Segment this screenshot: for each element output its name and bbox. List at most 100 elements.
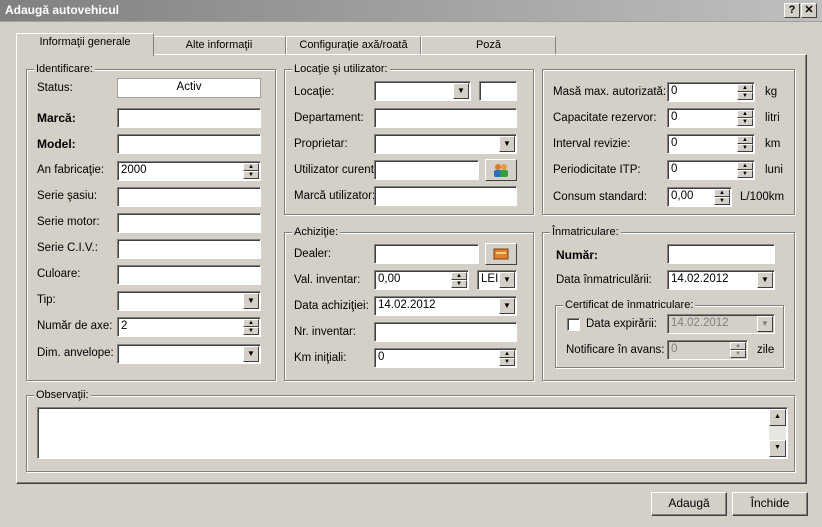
masa-spinner[interactable]: 0 ▲ ▼ xyxy=(667,82,755,102)
status-label: Status: xyxy=(37,82,73,94)
utilizator-curent-input[interactable] xyxy=(374,160,479,180)
spin-down-icon[interactable]: ▼ xyxy=(737,170,753,178)
marca-label: Marcă: xyxy=(37,111,76,125)
numar-axe-spin-buttons[interactable]: ▲ ▼ xyxy=(243,319,259,335)
itp-spin-buttons[interactable]: ▲ ▼ xyxy=(737,162,753,178)
currency-select[interactable]: LEI ▼ xyxy=(477,270,517,290)
notificare-spin-buttons[interactable]: ▲ ▼ xyxy=(730,342,746,358)
km-initiali-spinner[interactable]: 0 ▲ ▼ xyxy=(374,348,517,368)
spin-up-icon[interactable]: ▲ xyxy=(737,110,753,118)
numar-input[interactable] xyxy=(667,244,775,264)
km-initiali-spin-buttons[interactable]: ▲ ▼ xyxy=(499,350,515,366)
marca-utilizator-input[interactable] xyxy=(374,186,517,206)
data-achizitiei-picker[interactable]: 14.02.2012 ▼ xyxy=(374,296,517,316)
spin-up-icon[interactable]: ▲ xyxy=(730,342,746,350)
adauga-button[interactable]: Adaugă xyxy=(651,492,727,516)
capacitate-spin-buttons[interactable]: ▲ ▼ xyxy=(737,110,753,126)
locatie-select[interactable]: ▼ xyxy=(374,81,471,101)
tab-configuratie-axa-roata[interactable]: Configuraţie axă/roată xyxy=(286,36,421,56)
chevron-down-icon[interactable]: ▼ xyxy=(757,272,773,288)
model-label: Model: xyxy=(37,137,76,151)
achizitie-legend: Achiziţie: xyxy=(292,226,341,238)
scroll-down-icon[interactable]: ▼ xyxy=(769,440,786,457)
tab-informatii-generale[interactable]: Informaţii generale xyxy=(16,33,154,56)
spin-up-icon[interactable]: ▲ xyxy=(451,272,467,280)
currency-value: LEI xyxy=(481,273,499,285)
spin-down-icon[interactable]: ▼ xyxy=(737,144,753,152)
tab-poza[interactable]: Poză xyxy=(421,36,556,56)
consum-spin-buttons[interactable]: ▲ ▼ xyxy=(714,189,730,205)
numar-label: Număr: xyxy=(556,248,599,262)
spin-up-icon[interactable]: ▲ xyxy=(714,189,730,197)
itp-spinner[interactable]: 0 ▲ ▼ xyxy=(667,160,755,180)
scroll-up-icon[interactable]: ▲ xyxy=(769,409,786,426)
tip-select[interactable]: ▼ xyxy=(117,291,261,311)
serie-civ-input[interactable] xyxy=(117,239,261,259)
spin-down-icon[interactable]: ▼ xyxy=(714,197,730,205)
users-icon xyxy=(494,164,508,177)
capacitate-label: Capacitate rezervor: xyxy=(553,112,657,124)
data-achizitiei-value: 14.02.2012 xyxy=(378,299,436,311)
marca-input[interactable] xyxy=(117,108,261,128)
dim-anvelope-label: Dim. anvelope: xyxy=(37,347,114,359)
spin-down-icon[interactable]: ▼ xyxy=(243,171,259,179)
serie-sasiu-input[interactable] xyxy=(117,187,261,207)
interval-spin-buttons[interactable]: ▲ ▼ xyxy=(737,136,753,152)
spin-down-icon[interactable]: ▼ xyxy=(737,118,753,126)
dim-anvelope-select[interactable]: ▼ xyxy=(117,344,261,364)
consum-spinner[interactable]: 0,00 ▲ ▼ xyxy=(667,187,732,207)
itp-label: Periodicitate ITP: xyxy=(553,164,641,176)
chevron-down-icon[interactable]: ▼ xyxy=(757,316,773,332)
spin-up-icon[interactable]: ▲ xyxy=(737,136,753,144)
dealer-input[interactable] xyxy=(374,244,479,264)
numar-axe-spinner[interactable]: 2 ▲ ▼ xyxy=(117,317,261,337)
chevron-down-icon[interactable]: ▼ xyxy=(243,346,259,362)
locatie-extra-input[interactable] xyxy=(479,81,517,101)
tab-alte-informatii[interactable]: Alte informaţii xyxy=(152,36,286,56)
val-inventar-label: Val. inventar: xyxy=(294,274,361,286)
itp-value: 0 xyxy=(671,163,678,175)
spin-up-icon[interactable]: ▲ xyxy=(243,163,259,171)
val-inventar-spinner[interactable]: 0,00 ▲ ▼ xyxy=(374,270,469,290)
notificare-spinner[interactable]: 0 ▲ ▼ xyxy=(667,340,748,360)
spin-up-icon[interactable]: ▲ xyxy=(737,84,753,92)
spin-up-icon[interactable]: ▲ xyxy=(499,350,515,358)
inchide-button[interactable]: Închide xyxy=(732,492,808,516)
proprietar-select[interactable]: ▼ xyxy=(374,134,517,154)
help-button[interactable]: ? xyxy=(784,3,800,18)
spin-down-icon[interactable]: ▼ xyxy=(243,327,259,335)
departament-input[interactable] xyxy=(374,108,517,128)
culoare-input[interactable] xyxy=(117,265,261,285)
chevron-down-icon[interactable]: ▼ xyxy=(243,293,259,309)
select-user-button[interactable] xyxy=(485,159,517,181)
notificare-unit: zile xyxy=(757,344,775,356)
data-expirarii-checkbox[interactable] xyxy=(567,318,580,331)
an-fabricatie-spinner[interactable]: 2000 ▲ ▼ xyxy=(117,161,261,181)
close-window-button[interactable]: ✕ xyxy=(801,3,817,18)
spin-up-icon[interactable]: ▲ xyxy=(737,162,753,170)
serie-motor-input[interactable] xyxy=(117,213,261,233)
observatii-textarea[interactable]: ▲ ▼ xyxy=(37,407,788,459)
observatii-scrollbar[interactable]: ▲ ▼ xyxy=(769,409,786,457)
km-initiali-label: Km iniţiali: xyxy=(294,352,347,364)
val-inventar-spin-buttons[interactable]: ▲ ▼ xyxy=(451,272,467,288)
select-dealer-button[interactable] xyxy=(485,243,517,265)
an-fabricatie-spin-buttons[interactable]: ▲ ▼ xyxy=(243,163,259,179)
interval-spinner[interactable]: 0 ▲ ▼ xyxy=(667,134,755,154)
spin-down-icon[interactable]: ▼ xyxy=(499,358,515,366)
model-input[interactable] xyxy=(117,134,261,154)
masa-spin-buttons[interactable]: ▲ ▼ xyxy=(737,84,753,100)
spin-down-icon[interactable]: ▼ xyxy=(737,92,753,100)
spin-down-icon[interactable]: ▼ xyxy=(451,280,467,288)
data-inmatricularii-picker[interactable]: 14.02.2012 ▼ xyxy=(667,270,775,290)
data-expirarii-picker[interactable]: 14.02.2012 ▼ xyxy=(667,314,775,334)
nr-inventar-input[interactable] xyxy=(374,322,517,342)
capacitate-spinner[interactable]: 0 ▲ ▼ xyxy=(667,108,755,128)
spin-down-icon[interactable]: ▼ xyxy=(730,350,746,358)
chevron-down-icon[interactable]: ▼ xyxy=(499,298,515,314)
chevron-down-icon[interactable]: ▼ xyxy=(499,272,515,288)
chevron-down-icon[interactable]: ▼ xyxy=(453,83,469,99)
data-inmatricularii-label: Data înmatriculării: xyxy=(556,274,652,286)
spin-up-icon[interactable]: ▲ xyxy=(243,319,259,327)
chevron-down-icon[interactable]: ▼ xyxy=(499,136,515,152)
